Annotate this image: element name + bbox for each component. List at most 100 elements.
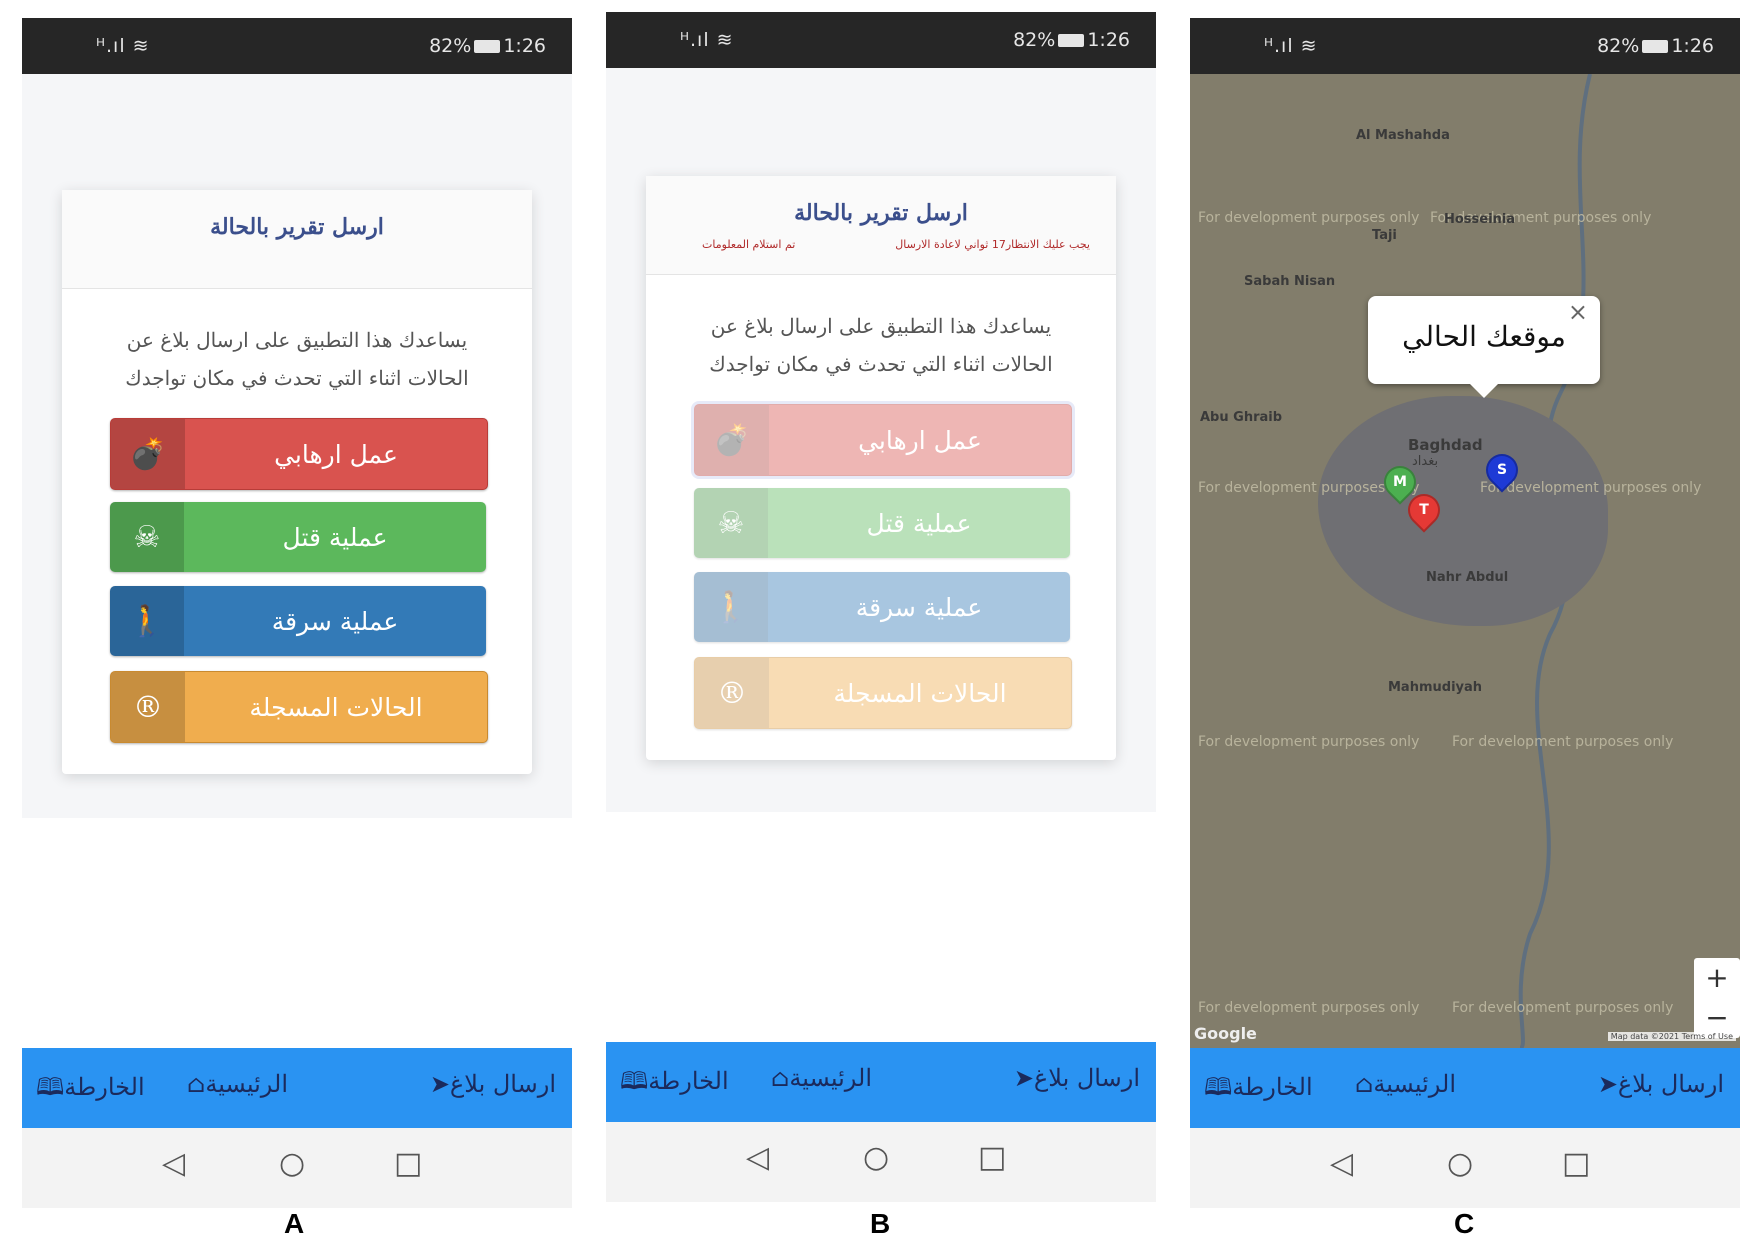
terror-report-button[interactable]: 💣 عمل ارهابي [694, 404, 1072, 476]
battery-level: 82% [1013, 29, 1056, 51]
nav-send-label: ارسال بلاغ [1033, 1064, 1140, 1092]
home-icon: ⌂ [771, 1064, 790, 1092]
close-icon[interactable]: × [1568, 298, 1588, 326]
registered-cases-button[interactable]: ® الحالات المسجلة [110, 671, 488, 743]
skull-crossbones-icon: ☠ [110, 502, 184, 572]
popup-tail [1468, 382, 1500, 398]
main-content: ارسل تقرير بالحالة يساعدك هذا التطبيق عل… [22, 74, 572, 818]
recents-icon[interactable]: □ [978, 1140, 1006, 1175]
map-watermark: For development purposes only [1198, 734, 1420, 750]
button-label: عملية سرقة [855, 592, 983, 622]
phone-screen-a: ᴴ.ıl ≋ 82% 1:26 ارسل تقرير بالحالة يساعدك… [22, 18, 572, 1208]
nav-home-label: الرئيسية [789, 1064, 872, 1092]
button-label: عملية سرقة [271, 606, 399, 636]
theft-report-button[interactable]: 🚶 عملية سرقة [110, 586, 486, 656]
bomb-icon: 💣 [695, 405, 769, 475]
nav-home[interactable]: ⌂الرئيسية [1355, 1070, 1456, 1098]
map-book-icon: 🕮 [1204, 1073, 1233, 1101]
place-label: Nahr Abdul [1426, 570, 1509, 585]
nav-send-report[interactable]: ➤ارسال بلاغ [1014, 1064, 1140, 1092]
wait-warning: يجب عليك الانتظار17 ثواني لاعادة الارسال [895, 238, 1090, 251]
nav-home[interactable]: ⌂الرئيسية [187, 1070, 288, 1098]
home-circle-icon[interactable]: ○ [863, 1140, 889, 1175]
home-circle-icon[interactable]: ○ [1447, 1146, 1473, 1181]
map-book-icon: 🕮 [620, 1067, 649, 1095]
system-nav: ◁ ○ □ [1190, 1128, 1740, 1208]
map-attribution[interactable]: Map data ©2021 Terms of Use [1607, 1032, 1736, 1041]
zoom-in-button[interactable]: + [1694, 958, 1740, 998]
map-watermark: For development purposes only [1198, 1000, 1420, 1016]
status-right: 82% 1:26 [429, 35, 546, 57]
card-header: ارسل تقرير بالحالة يجب عليك الانتظار17 ث… [646, 176, 1116, 275]
nav-map[interactable]: 🕮الخارطة [620, 1064, 729, 1105]
murder-report-button[interactable]: ☠ عملية قتل [694, 488, 1070, 558]
nav-map-label: الخارطة [64, 1073, 145, 1101]
nav-home[interactable]: ⌂الرئيسية [771, 1064, 872, 1092]
button-label: عملية قتل [866, 508, 972, 538]
home-circle-icon[interactable]: ○ [279, 1146, 305, 1181]
skull-crossbones-icon: ☠ [694, 488, 768, 558]
status-bar: ᴴ.ıl ≋ 82% 1:26 [22, 18, 572, 74]
place-label: Mahmudiyah [1388, 680, 1483, 695]
google-logo: Google [1194, 1024, 1257, 1043]
button-label: الحالات المسجلة [833, 678, 1007, 708]
phone-screen-c: ᴴ.ıl ≋ 82% 1:26 For development purposes … [1190, 18, 1740, 1208]
nav-map[interactable]: 🕮الخارطة [1204, 1070, 1313, 1111]
panel-label-a: A [284, 1208, 305, 1239]
bottom-nav: 🕮الخارطة ⌂الرئيسية ➤ارسال بلاغ [1190, 1048, 1740, 1128]
button-label: الحالات المسجلة [249, 692, 423, 722]
theft-report-button[interactable]: 🚶 عملية سرقة [694, 572, 1070, 642]
status-right: 82% 1:26 [1013, 29, 1130, 51]
battery-level: 82% [429, 35, 472, 57]
nav-home-label: الرئيسية [205, 1070, 288, 1098]
bomb-icon: 💣 [111, 419, 185, 489]
report-card: ارسل تقرير بالحالة يجب عليك الانتظار17 ث… [646, 176, 1116, 760]
paper-plane-icon: ➤ [1013, 1064, 1034, 1092]
status-bar: ᴴ.ıl ≋ 82% 1:26 [1190, 18, 1740, 74]
back-icon[interactable]: ◁ [1330, 1146, 1353, 1181]
battery-icon [1058, 34, 1085, 47]
city-label: Baghdad [1408, 436, 1483, 454]
nav-send-report[interactable]: ➤ارسال بلاغ [430, 1070, 556, 1098]
map-watermark: For development purposes only [1198, 210, 1420, 226]
bottom-nav: 🕮الخارطة ⌂الرئيسية ➤ارسال بلاغ [22, 1048, 572, 1128]
place-label: Sabah Nisan [1244, 274, 1336, 289]
zoom-control: + − [1694, 958, 1740, 1038]
battery-icon [1642, 40, 1669, 53]
button-label: عمل ارهابي [858, 425, 982, 455]
map-watermark: For development purposes only [1452, 734, 1674, 750]
app-description: يساعدك هذا التطبيق على ارسال بلاغ عن الح… [709, 314, 1053, 376]
panel-label-b: B [870, 1208, 891, 1239]
nav-send-report[interactable]: ➤ارسال بلاغ [1598, 1070, 1724, 1098]
app-description: يساعدك هذا التطبيق على ارسال بلاغ عن الح… [125, 328, 469, 390]
clock: 1:26 [503, 35, 546, 57]
location-popup: موقعك الحالي × [1368, 296, 1600, 398]
nav-map[interactable]: 🕮الخارطة [36, 1070, 145, 1111]
battery-level: 82% [1597, 35, 1640, 57]
card-header: ارسل تقرير بالحالة [62, 190, 532, 289]
nav-send-label: ارسال بلاغ [449, 1070, 556, 1098]
back-icon[interactable]: ◁ [746, 1140, 769, 1175]
map-watermark: For development purposes only [1452, 1000, 1674, 1016]
map-view[interactable]: For development purposes only For develo… [1190, 74, 1740, 1048]
nav-home-label: الرئيسية [1373, 1070, 1456, 1098]
signal-icon: ᴴ.ıl ≋ [96, 35, 150, 57]
place-label: Abu Ghraib [1200, 410, 1283, 425]
recents-icon[interactable]: □ [394, 1146, 422, 1181]
place-label: Hosseinia [1444, 212, 1516, 227]
city-label-ar: بغداد [1412, 454, 1439, 469]
back-icon[interactable]: ◁ [162, 1146, 185, 1181]
terror-report-button[interactable]: 💣 عمل ارهابي [110, 418, 488, 490]
report-card: ارسل تقرير بالحالة يساعدك هذا التطبيق عل… [62, 190, 532, 774]
recents-icon[interactable]: □ [1562, 1146, 1590, 1181]
murder-report-button[interactable]: ☠ عملية قتل [110, 502, 486, 572]
card-title: ارسل تقرير بالحالة [794, 200, 968, 226]
signal-icon: ᴴ.ıl ≋ [1264, 35, 1318, 57]
registered-cases-button[interactable]: ® الحالات المسجلة [694, 657, 1072, 729]
paper-plane-icon: ➤ [429, 1070, 450, 1098]
walking-person-icon: 🚶 [694, 572, 768, 642]
nav-map-label: الخارطة [648, 1067, 729, 1095]
nav-send-label: ارسال بلاغ [1617, 1070, 1724, 1098]
system-nav: ◁ ○ □ [22, 1128, 572, 1208]
system-nav: ◁ ○ □ [606, 1122, 1156, 1202]
